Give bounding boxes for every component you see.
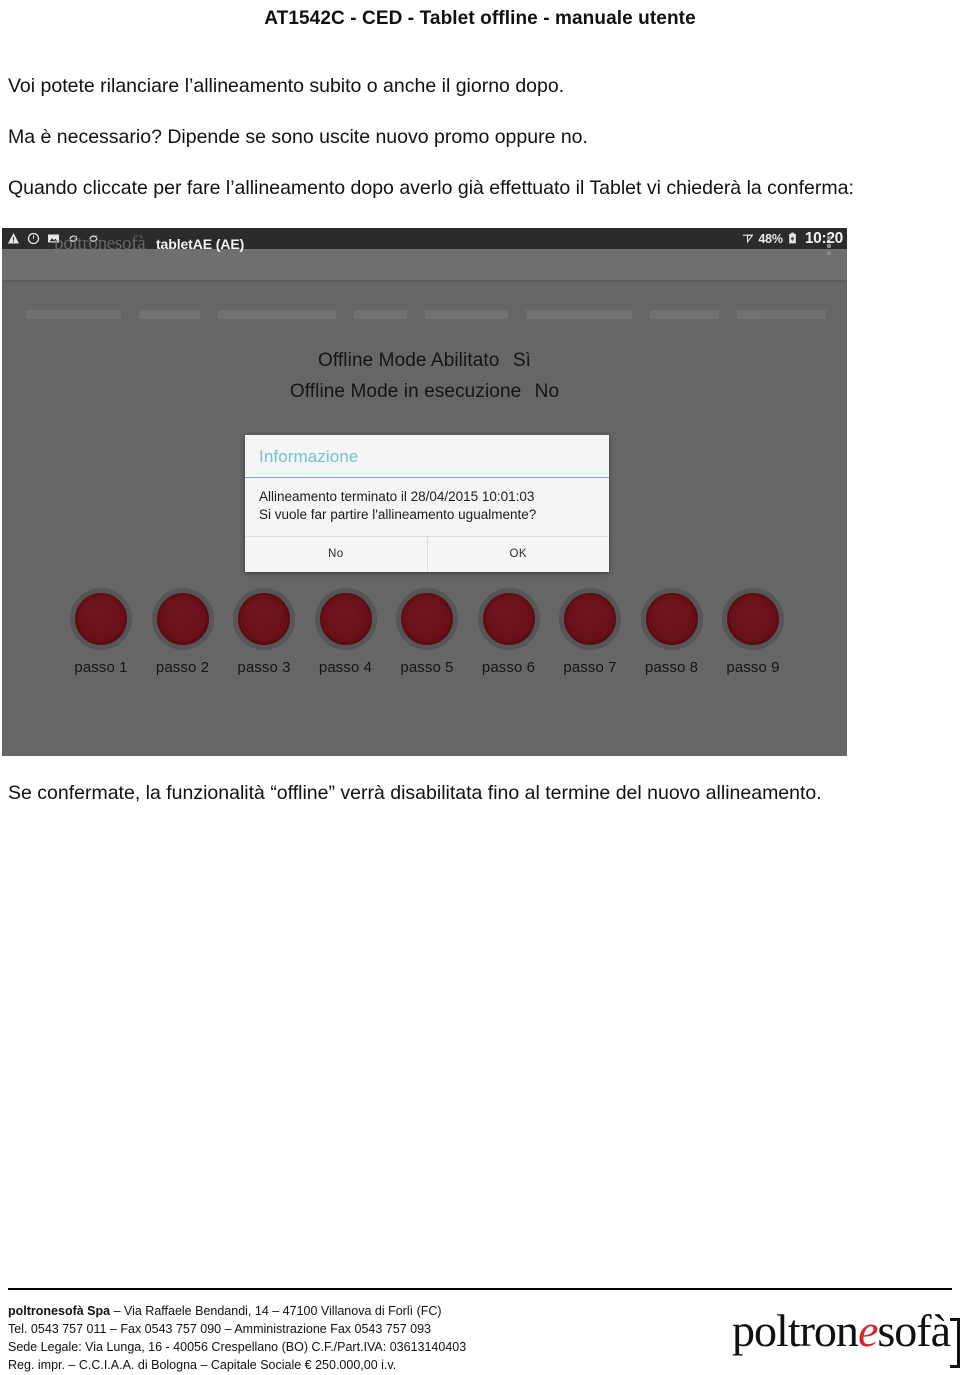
tablet-screenshot-figure: 48% 10:20 poltronesofà tabletAE (AE) Off… [2, 228, 847, 756]
ghost-segment [26, 310, 121, 319]
warning-triangle-icon [7, 232, 20, 245]
logo-accent-letter: e [857, 1305, 878, 1356]
offline-mode-running-label: Offline Mode in esecuzione [289, 380, 522, 402]
ghost-segment [425, 310, 508, 319]
step-button-3[interactable]: passo 3 [225, 588, 303, 676]
dimmed-background-text [26, 310, 826, 321]
step-button-1[interactable]: passo 1 [62, 588, 140, 676]
overflow-menu-icon[interactable] [826, 236, 831, 255]
paragraph-2: Ma è necessario? Dipende se sono uscite … [8, 126, 588, 148]
footer-divider [8, 1288, 952, 1290]
step-indicator-icon [70, 588, 132, 650]
step-button-7[interactable]: passo 7 [551, 588, 629, 676]
ghost-segment [525, 310, 633, 319]
dialog-message-line-2: Si vuole far partire l'allineamento ugua… [259, 507, 537, 523]
footer-company-address: – Via Raffaele Bendandi, 14 – 47100 Vill… [110, 1304, 442, 1318]
step-button-4[interactable]: passo 4 [307, 588, 385, 676]
offline-mode-enabled-row: Offline Mode Abilitato Sì [2, 346, 847, 377]
alarm-clock-icon [27, 232, 40, 245]
dialog-message: Allineamento terminato il 28/04/2015 10:… [245, 478, 609, 537]
step-label: passo 6 [481, 659, 536, 676]
footer-company-info: poltronesofà Spa – Via Raffaele Bendandi… [8, 1302, 618, 1375]
paragraph-4: Se confermate, la funzionalità “offline”… [8, 782, 822, 804]
step-button-6[interactable]: passo 6 [470, 588, 548, 676]
ghost-segment [650, 310, 720, 319]
battery-percent-label: 48% [758, 231, 783, 246]
step-indicator-icon [477, 588, 540, 650]
dialog-title: Informazione [245, 435, 609, 478]
step-indicator-icon [640, 588, 703, 650]
overflow-dot [826, 243, 831, 248]
step-indicator-icon [314, 588, 377, 650]
step-indicator-icon [722, 588, 784, 650]
offline-mode-status: Offline Mode Abilitato Sì Offline Mode i… [2, 346, 847, 408]
ghost-segment [217, 310, 336, 319]
step-button-9[interactable]: passo 9 [714, 588, 792, 676]
battery-icon [787, 232, 800, 245]
dialog-message-line-1: Allineamento terminato il 28/04/2015 10:… [259, 489, 535, 504]
step-indicator-icon [396, 588, 458, 650]
step-button-row: passo 1 passo 2 passo 3 passo 4 passo 5 … [62, 588, 792, 676]
offline-mode-enabled-value: Sì [512, 350, 531, 371]
paragraph-3: Quando cliccate per fare l’allineamento … [8, 177, 854, 199]
step-button-8[interactable]: passo 8 [633, 588, 711, 676]
overflow-dot [826, 236, 831, 240]
status-bar-clock: 10:20 [804, 229, 843, 247]
footer-brand-logo: poltronesofà [732, 1305, 951, 1356]
step-button-2[interactable]: passo 2 [144, 588, 222, 676]
footer-line-4: Reg. impr. – C.C.I.A.A. di Bologna – Cap… [8, 1358, 397, 1373]
step-label: passo 4 [318, 659, 373, 676]
step-label: passo 7 [563, 659, 617, 676]
step-indicator-icon [559, 588, 621, 650]
app-bar-logo: poltronesofà [54, 233, 146, 254]
step-indicator-icon [233, 588, 295, 650]
step-label: passo 3 [237, 659, 291, 676]
ghost-segment [737, 310, 826, 319]
paragraph-1: Voi potete rilanciare l’allineamento sub… [8, 75, 565, 97]
logo-text-part-1: poltron [732, 1305, 859, 1356]
overflow-dot [826, 251, 831, 255]
step-label: passo 9 [726, 659, 780, 676]
step-label: passo 1 [74, 659, 128, 676]
step-label: passo 5 [400, 659, 454, 676]
offline-mode-running-value: No [534, 380, 560, 402]
dialog-no-button[interactable]: No [245, 537, 427, 572]
step-button-5[interactable]: passo 5 [388, 588, 466, 676]
footer-line-3: Sede Legale: Via Lunga, 16 - 40056 Cresp… [8, 1340, 467, 1355]
app-bar-title: tabletAE (AE) [156, 236, 245, 252]
ghost-segment [138, 310, 200, 319]
dialog-ok-button[interactable]: OK [426, 537, 610, 573]
information-dialog: Informazione Allineamento terminato il 2… [245, 435, 610, 573]
page-title: AT1542C - CED - Tablet offline - manuale… [264, 8, 696, 29]
offline-mode-enabled-label: Offline Mode Abilitato [318, 350, 500, 371]
ghost-segment [353, 310, 408, 319]
footer-line-2: Tel. 0543 757 011 – Fax 0543 757 090 – A… [8, 1322, 431, 1337]
footer-line-1: poltronesofà Spa – Via Raffaele Bendandi… [8, 1302, 618, 1320]
logo-text-part-2: sofà [877, 1305, 951, 1356]
footer-company-name: poltronesofà Spa [8, 1304, 111, 1318]
dialog-actions: No OK [245, 536, 610, 573]
step-label: passo 2 [155, 659, 210, 676]
step-indicator-icon [151, 588, 214, 650]
step-label: passo 8 [644, 659, 699, 676]
offline-mode-running-row: Offline Mode in esecuzione No [2, 377, 847, 408]
wifi-icon [741, 232, 755, 245]
footer-bracket-mark [950, 1318, 960, 1368]
